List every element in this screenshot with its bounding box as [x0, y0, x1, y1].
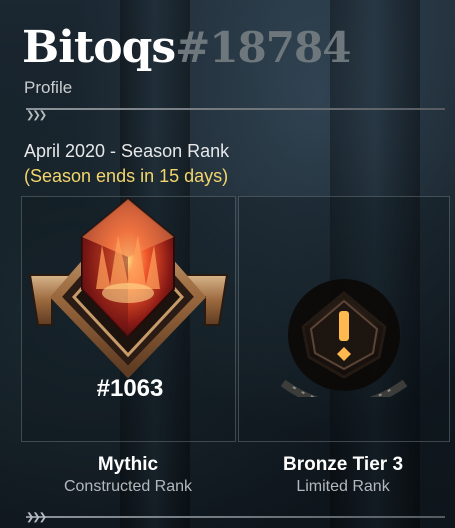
constructed-rank-card[interactable]: #1063 [21, 196, 236, 442]
bronze-rank-name: Bronze Tier 3 [282, 454, 404, 475]
season-title: April 2020 - Season Rank [24, 141, 230, 161]
user-tag: #18784 [175, 23, 351, 72]
chevron-icon: ❯❯❯ [26, 110, 47, 121]
limited-rank-card[interactable] [238, 196, 450, 442]
mythic-rank-name: Mythic [97, 454, 159, 475]
mythic-rank-number: #1063 [96, 375, 164, 402]
page-subtitle: Profile [24, 78, 73, 97]
bronze-rank-icon [280, 279, 408, 397]
divider [26, 516, 445, 518]
divider [26, 108, 445, 110]
constructed-rank-label: Constructed Rank [63, 478, 193, 495]
season-ends-text: (Season ends in 15 days) [24, 166, 229, 186]
profile-header: Bitoqs #18784 [22, 22, 351, 73]
username: Bitoqs [22, 22, 176, 73]
limited-rank-label: Limited Rank [296, 478, 390, 495]
chevron-icon: ❯❯❯ [26, 512, 47, 523]
mythic-rank-icon [28, 197, 229, 379]
